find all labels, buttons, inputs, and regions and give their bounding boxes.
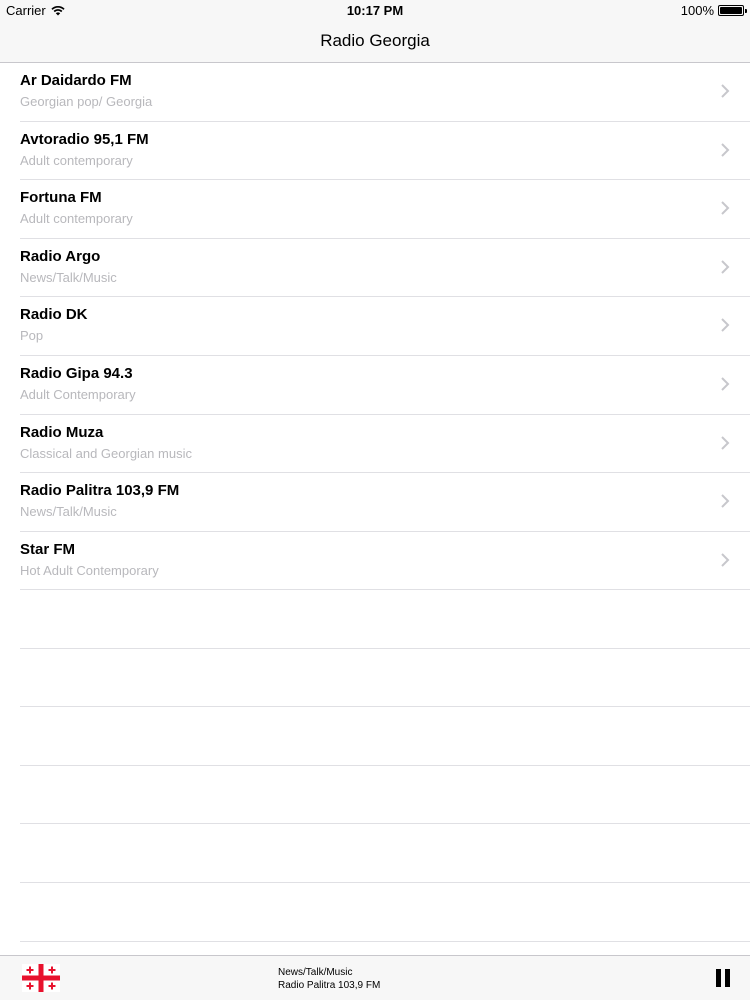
now-playing-bar: News/Talk/Music Radio Palitra 103,9 FM [0, 955, 750, 1000]
station-name: Radio Gipa 94.3 [20, 364, 133, 382]
station-list: Ar Daidardo FM Georgian pop/ Georgia Avt… [0, 63, 750, 590]
station-row-fortuna[interactable]: Fortuna FM Adult contemporary [0, 180, 750, 239]
status-bar: Carrier 10:17 PM 100% [0, 0, 750, 20]
station-row-avtoradio[interactable]: Avtoradio 95,1 FM Adult contemporary [0, 122, 750, 181]
station-genre: Hot Adult Contemporary [20, 562, 159, 578]
station-genre: Adult Contemporary [20, 386, 136, 402]
station-name: Star FM [20, 540, 76, 558]
empty-rows [0, 590, 750, 942]
chevron-right-icon [721, 553, 730, 567]
pause-icon [725, 969, 730, 987]
chevron-right-icon [721, 377, 730, 391]
empty-row [0, 824, 750, 883]
empty-row [0, 883, 750, 942]
station-row-radio-palitra[interactable]: Radio Palitra 103,9 FM News/Talk/Music [0, 473, 750, 532]
station-name: Ar Daidardo FM [20, 72, 132, 89]
battery-percent: 100% [680, 3, 714, 18]
navigation-bar: Radio Georgia [0, 20, 750, 63]
status-time: 10:17 PM [346, 3, 404, 18]
chevron-right-icon [721, 84, 730, 98]
station-name: Avtoradio 95,1 FM [20, 130, 149, 148]
chevron-right-icon [721, 260, 730, 274]
station-genre: Classical and Georgian music [20, 445, 192, 461]
georgia-flag-icon [22, 964, 60, 992]
pause-icon [716, 969, 721, 987]
station-genre: Adult contemporary [20, 211, 133, 227]
station-row-radio-muza[interactable]: Radio Muza Classical and Georgian music [0, 415, 750, 474]
chevron-right-icon [721, 142, 730, 157]
page-title: Radio Georgia [320, 31, 430, 50]
battery-icon [718, 5, 747, 16]
station-genre: Adult contemporary [20, 152, 133, 168]
station-genre: Georgian pop/ Georgia [20, 94, 153, 109]
empty-row [0, 707, 750, 766]
pause-button[interactable] [714, 968, 732, 990]
empty-row [0, 649, 750, 708]
station-row-radio-argo[interactable]: Radio Argo News/Talk/Music [0, 239, 750, 298]
station-genre: News/Talk/Music [20, 269, 117, 285]
station-name: Radio Palitra 103,9 FM [20, 482, 180, 500]
chevron-right-icon [721, 201, 730, 215]
now-playing-station: Radio Palitra 103,9 FM [278, 980, 381, 991]
chevron-right-icon [721, 494, 730, 508]
station-row-ar-daidardo[interactable]: Ar Daidardo FM Georgian pop/ Georgia [0, 63, 750, 122]
station-genre: News/Talk/Music [20, 504, 117, 520]
empty-row [0, 590, 750, 649]
chevron-right-icon [721, 318, 730, 333]
chevron-right-icon [721, 435, 730, 450]
station-name: Radio Argo [20, 247, 101, 265]
station-row-star-fm[interactable]: Star FM Hot Adult Contemporary [0, 532, 750, 591]
station-name: Radio DK [20, 306, 88, 324]
empty-row [0, 766, 750, 825]
station-name: Fortuna FM [20, 189, 102, 207]
status-right: 100% [680, 3, 747, 18]
station-row-radio-dk[interactable]: Radio DK Pop [0, 297, 750, 356]
station-row-radio-gipa[interactable]: Radio Gipa 94.3 Adult Contemporary [0, 356, 750, 415]
station-genre: Pop [20, 328, 44, 344]
now-playing-info: News/Talk/Music Radio Palitra 103,9 FM [278, 966, 380, 992]
now-playing-genre: News/Talk/Music [278, 967, 353, 978]
station-name: Radio Muza [20, 423, 104, 441]
